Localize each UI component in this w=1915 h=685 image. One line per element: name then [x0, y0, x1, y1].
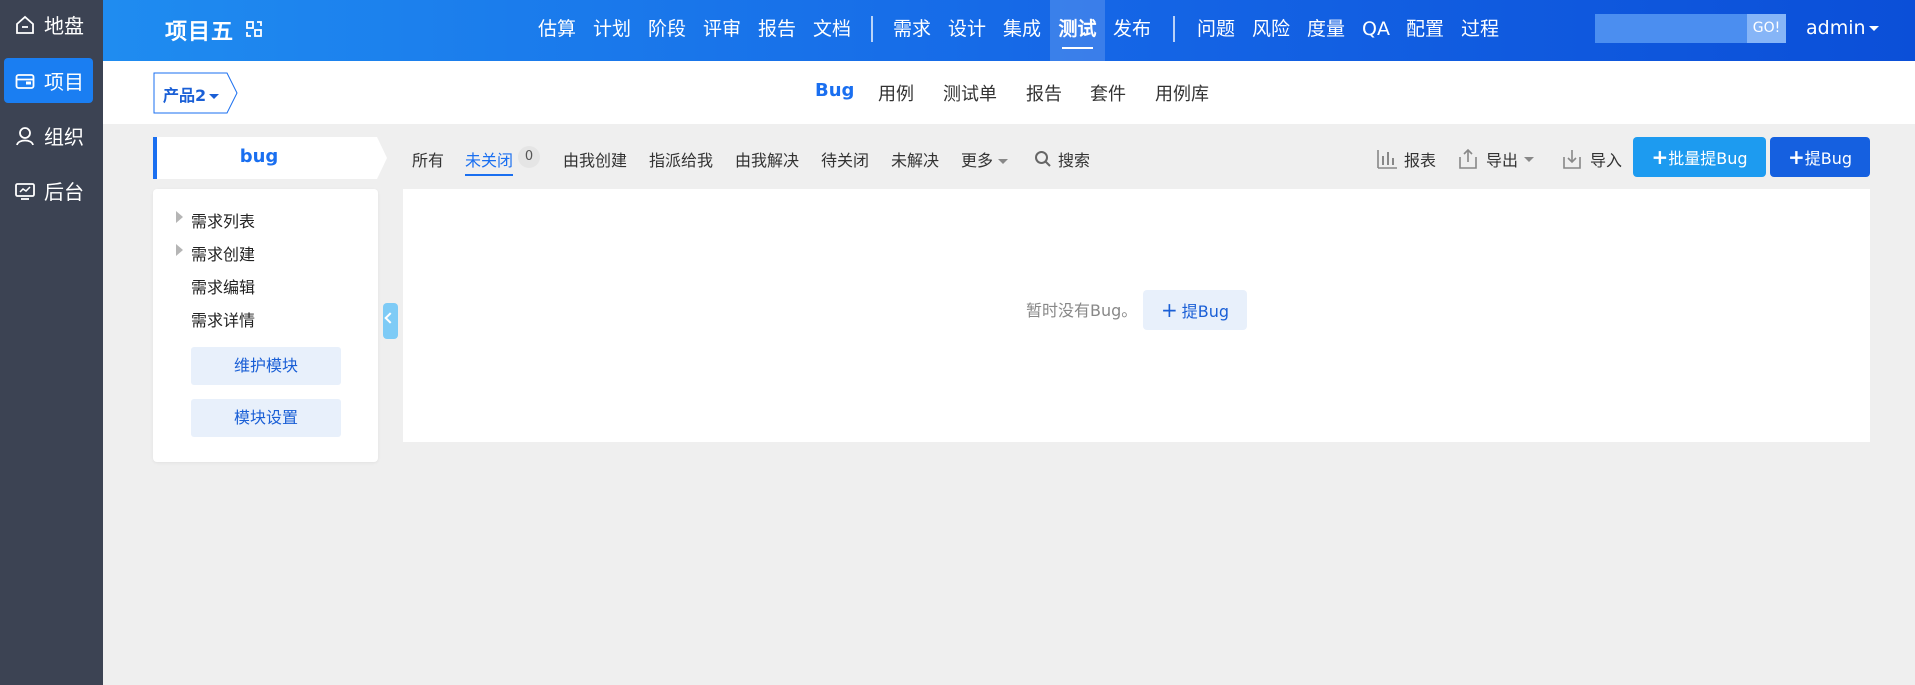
plus-icon: + [1651, 145, 1669, 169]
nav-issue[interactable]: 问题 [1194, 0, 1238, 61]
nav-estimate[interactable]: 估算 [535, 0, 579, 61]
count-badge: 0 [518, 146, 540, 168]
rail-item-admin[interactable]: 后台 [4, 168, 93, 213]
filter-unclosed[interactable]: 未关闭 [465, 147, 514, 176]
search-go-button[interactable]: GO! [1747, 14, 1786, 43]
nav-config[interactable]: 配置 [1403, 0, 1447, 61]
nav-report[interactable]: 报告 [755, 0, 799, 61]
chevron-down-icon [1868, 26, 1879, 31]
product-name: 产品2 [163, 86, 207, 105]
nav-measure[interactable]: 度量 [1304, 0, 1348, 61]
chevron-down-icon [998, 159, 1009, 164]
rail-item-label: 项目 [44, 70, 84, 94]
filter-unresolved[interactable]: 未解决 [891, 147, 939, 171]
rail-item-dashboard[interactable]: 地盘 [4, 2, 93, 47]
subnav-report[interactable]: 报告 [1026, 80, 1062, 106]
nav-test[interactable]: 测试 [1050, 0, 1105, 61]
filter-search-label: 搜索 [1058, 151, 1091, 170]
subnav-caselib[interactable]: 用例库 [1155, 80, 1209, 106]
nav-integration[interactable]: 集成 [1000, 0, 1044, 61]
filter-more[interactable]: 更多 [961, 147, 1009, 171]
rail-item-label: 组织 [44, 125, 84, 149]
search-input[interactable] [1595, 14, 1750, 43]
filter-resolved-by-me[interactable]: 由我解决 [735, 147, 799, 171]
subnav-suite[interactable]: 套件 [1090, 80, 1126, 106]
import-button[interactable]: 导入 [1560, 147, 1622, 171]
left-rail: 地盘 项目 组织 后台 [0, 0, 103, 685]
nav-process[interactable]: 过程 [1458, 0, 1502, 61]
nav-risk[interactable]: 风险 [1249, 0, 1293, 61]
empty-create-bug-button[interactable]: + 提Bug [1143, 290, 1247, 330]
empty-create-bug-label: 提Bug [1181, 302, 1230, 321]
tree-item[interactable]: 需求创建 [191, 241, 255, 265]
module-settings-button[interactable]: 模块设置 [191, 399, 341, 437]
subnav-testtask[interactable]: 测试单 [943, 80, 997, 106]
chevron-left-icon [384, 312, 396, 324]
rail-item-label: 地盘 [44, 14, 84, 38]
filter-more-label: 更多 [961, 151, 994, 170]
project-title: 项目五 [165, 20, 235, 45]
monitor-icon [15, 182, 35, 200]
rail-item-label: 后台 [44, 180, 84, 204]
filter-to-close[interactable]: 待关闭 [821, 147, 869, 171]
tree-item[interactable]: 需求编辑 [191, 274, 255, 298]
export-button[interactable]: 导出 [1456, 147, 1535, 171]
plus-icon: + [1160, 298, 1178, 322]
import-label: 导入 [1590, 151, 1623, 170]
switch-project-icon[interactable] [243, 18, 265, 40]
nav-qa[interactable]: QA [1359, 0, 1393, 61]
top-header: 项目五 估算 计划 阶段 评审 报告 文档 需求 设计 集成 测试 发布 问题 … [103, 0, 1915, 61]
project-icon [15, 73, 35, 89]
nav-stage[interactable]: 阶段 [645, 0, 689, 61]
import-icon [1563, 150, 1581, 169]
caret-right-icon[interactable] [176, 244, 183, 256]
sub-header: 产品2 Bug 用例 测试单 报告 套件 用例库 [103, 61, 1915, 124]
nav-doc[interactable]: 文档 [810, 0, 854, 61]
user-menu[interactable]: admin [1806, 17, 1879, 39]
create-bug-button[interactable]: +提Bug [1770, 137, 1870, 177]
batch-create-bug-label: 批量提Bug [1668, 149, 1748, 168]
batch-create-bug-button[interactable]: +批量提Bug [1633, 137, 1766, 177]
subnav-bug[interactable]: Bug [815, 80, 854, 101]
user-name: admin [1806, 17, 1866, 39]
filter-all[interactable]: 所有 [412, 147, 444, 171]
nav-design[interactable]: 设计 [945, 0, 989, 61]
search-icon [1035, 151, 1051, 167]
rail-item-project[interactable]: 项目 [4, 58, 93, 103]
user-icon [16, 126, 34, 145]
bug-list-panel: 暂时没有Bug。 + 提Bug [403, 189, 1870, 442]
nav-divider [871, 16, 873, 42]
report-button[interactable]: 报表 [1376, 147, 1436, 171]
product-label[interactable]: 产品2 [163, 82, 220, 106]
empty-state-text: 暂时没有Bug。 [1026, 301, 1138, 320]
export-label: 导出 [1486, 151, 1519, 170]
chevron-down-icon [209, 94, 220, 99]
subnav-testcase[interactable]: 用例 [878, 80, 914, 106]
nav-review[interactable]: 评审 [700, 0, 744, 61]
product-switcher[interactable]: 产品2 [153, 72, 239, 114]
filter-search[interactable]: 搜索 [1034, 147, 1090, 171]
module-header: bug [153, 137, 387, 179]
chevron-down-icon [1524, 156, 1535, 162]
nav-requirement[interactable]: 需求 [890, 0, 934, 61]
nav-release[interactable]: 发布 [1110, 0, 1154, 61]
collapse-sidebar-handle[interactable] [383, 303, 398, 339]
module-title: bug [239, 146, 279, 167]
tree-item[interactable]: 需求详情 [191, 307, 255, 331]
create-bug-label: 提Bug [1804, 149, 1853, 168]
filter-assigned-to-me[interactable]: 指派给我 [649, 147, 713, 171]
plus-icon: + [1787, 145, 1805, 169]
caret-right-icon[interactable] [176, 211, 183, 223]
maintain-module-button[interactable]: 维护模块 [191, 347, 341, 385]
filter-created-by-me[interactable]: 由我创建 [563, 147, 627, 171]
rail-item-organization[interactable]: 组织 [4, 113, 93, 158]
report-label: 报表 [1404, 151, 1437, 170]
nav-plan[interactable]: 计划 [590, 0, 634, 61]
bar-chart-icon [1377, 150, 1397, 169]
tree-item[interactable]: 需求列表 [191, 208, 255, 232]
module-tree-panel: 需求列表 需求创建 需求编辑 需求详情 维护模块 模块设置 [153, 189, 378, 462]
nav-divider [1173, 16, 1175, 42]
export-icon [1459, 148, 1477, 169]
home-icon [16, 15, 34, 34]
